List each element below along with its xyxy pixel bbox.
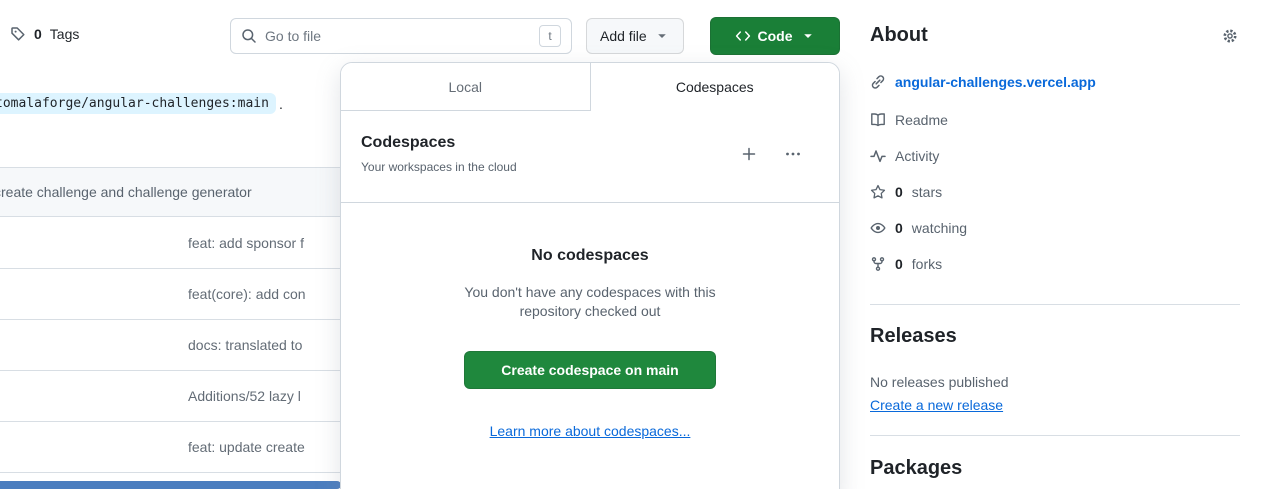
repo-stats: Readme Activity 0 stars 0	[870, 102, 1240, 282]
tab-codespaces[interactable]: Codespaces	[591, 63, 840, 111]
code-icon	[735, 28, 751, 44]
stat-label: stars	[912, 184, 942, 200]
website-row[interactable]: angular-challenges.vercel.app	[870, 74, 1240, 90]
star-icon	[870, 184, 886, 200]
stat-label: Readme	[895, 112, 948, 128]
codespaces-actions	[741, 146, 801, 162]
add-file-button[interactable]: Add file	[586, 18, 684, 54]
releases-empty-text: No releases published	[870, 374, 1240, 390]
go-to-file-box: t	[230, 18, 572, 54]
code-button[interactable]: Code	[710, 17, 840, 55]
stat-label: Activity	[895, 148, 939, 164]
plus-icon	[741, 146, 757, 162]
releases-title: Releases	[870, 325, 1240, 348]
learn-more-link[interactable]: Learn more about codespaces...	[341, 423, 839, 439]
code-dropdown-tabs: Local Codespaces	[341, 63, 839, 111]
horizontal-scrollbar-thumb[interactable]	[0, 481, 341, 489]
gear-icon[interactable]	[1222, 28, 1238, 44]
sidebar-link-stars[interactable]: 0 stars	[870, 174, 1240, 210]
sidebar-link-activity[interactable]: Activity	[870, 138, 1240, 174]
code-dropdown-panel: Local Codespaces Codespaces Your workspa…	[340, 62, 840, 489]
branch-sync-line: tomalaforge/angular-challenges:main .	[0, 93, 283, 114]
packages-title: Packages	[870, 457, 1240, 480]
code-button-label: Code	[758, 28, 793, 44]
eye-icon	[870, 220, 886, 236]
kebab-icon	[785, 146, 801, 162]
link-icon	[870, 74, 886, 90]
sidebar-link-readme[interactable]: Readme	[870, 102, 1240, 138]
about-title: About	[870, 24, 1240, 47]
codespaces-subtitle: Your workspaces in the cloud	[361, 160, 517, 174]
tab-local[interactable]: Local	[341, 63, 591, 111]
search-shortcut-key: t	[539, 25, 561, 47]
chevron-down-icon	[800, 28, 816, 44]
commit-message-link[interactable]: feat(core): add con	[0, 286, 306, 302]
sidebar-link-forks[interactable]: 0 forks	[870, 246, 1240, 282]
stat-count: 0	[895, 220, 903, 236]
website-link[interactable]: angular-challenges.vercel.app	[895, 74, 1096, 90]
fork-icon	[870, 256, 886, 272]
create-codespace-button[interactable]: Create codespace on main	[464, 351, 715, 389]
branch-ref-chip[interactable]: tomalaforge/angular-challenges:main	[0, 93, 276, 114]
empty-state-body: You don't have any codespaces with this …	[444, 283, 736, 321]
commit-message-link[interactable]: feat: update create	[0, 439, 305, 455]
stat-count: 0	[895, 184, 903, 200]
tag-icon	[10, 26, 26, 42]
commit-message-link[interactable]: feat: add sponsor f	[0, 235, 304, 251]
sidebar-divider	[870, 304, 1240, 305]
stat-label: watching	[912, 220, 967, 236]
sidebar-divider	[870, 435, 1240, 436]
about-sidebar: About angular-challenges.vercel.app Read…	[870, 0, 1240, 480]
commit-message-link[interactable]: Additions/52 lazy l	[0, 388, 301, 404]
search-icon	[241, 28, 257, 44]
empty-state-title: No codespaces	[341, 247, 839, 265]
sync-line-suffix: .	[279, 96, 283, 112]
codespaces-header-text: Codespaces Your workspaces in the cloud	[361, 133, 517, 174]
tags-label: Tags	[50, 26, 80, 42]
tags-link[interactable]: 0 Tags	[10, 26, 79, 42]
codespaces-header: Codespaces Your workspaces in the cloud	[341, 111, 839, 202]
codespaces-empty-state: No codespaces You don't have any codespa…	[341, 202, 839, 439]
pulse-icon	[870, 148, 886, 164]
new-codespace-button[interactable]	[741, 146, 757, 162]
commit-message-link[interactable]: docs: translated to	[0, 337, 302, 353]
create-release-link[interactable]: Create a new release	[870, 397, 1003, 413]
stat-label: forks	[912, 256, 942, 272]
chevron-down-icon	[654, 28, 670, 44]
book-icon	[870, 112, 886, 128]
sidebar-link-watching[interactable]: 0 watching	[870, 210, 1240, 246]
go-to-file-input[interactable]	[265, 28, 531, 44]
add-file-label: Add file	[600, 28, 647, 44]
stat-count: 0	[895, 256, 903, 272]
tags-count: 0	[34, 26, 42, 42]
codespaces-options-button[interactable]	[785, 146, 801, 162]
github-repo-page: tomalaforge/angular-challenges:main . cr…	[0, 0, 1278, 489]
latest-commit-message[interactable]: create challenge and challenge generator	[0, 184, 252, 200]
codespaces-title: Codespaces	[361, 133, 517, 153]
